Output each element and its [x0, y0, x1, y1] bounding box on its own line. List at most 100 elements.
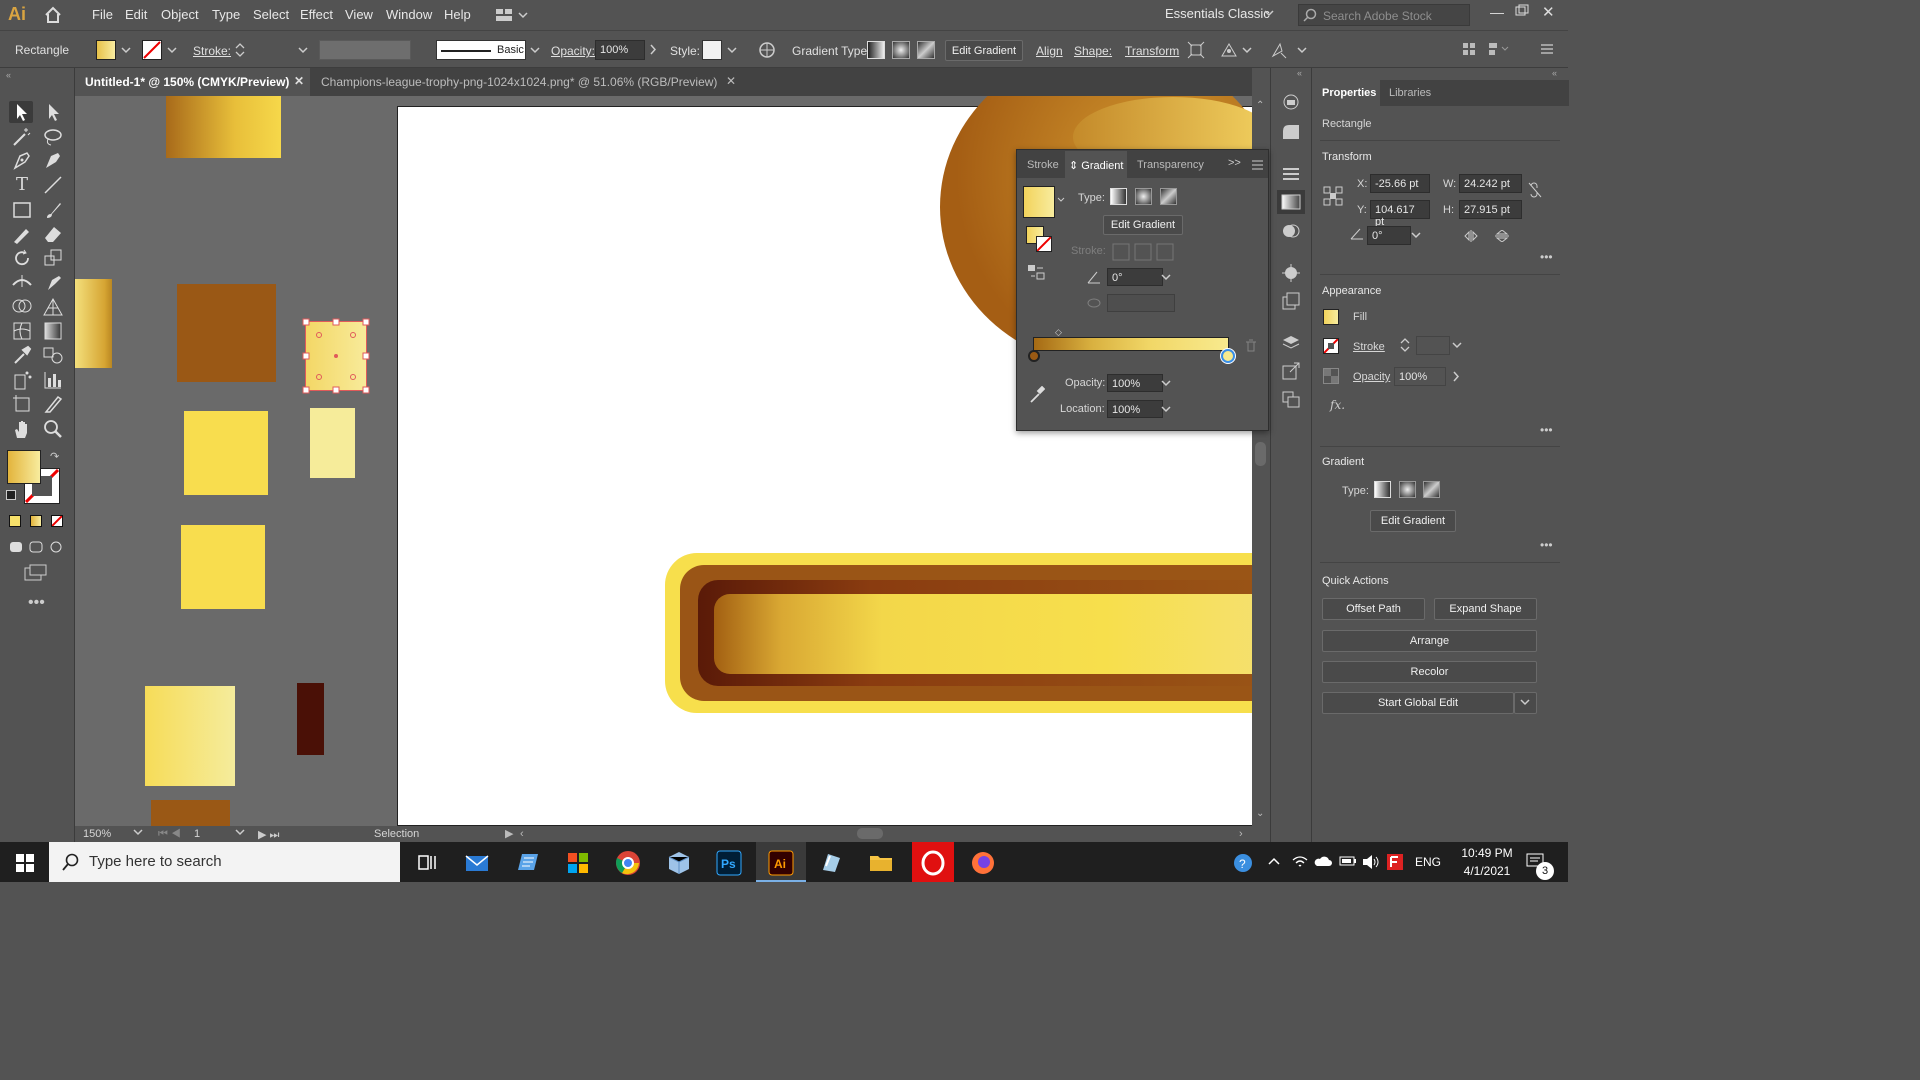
shape-link[interactable]: Shape: — [1074, 44, 1112, 58]
stroke-label[interactable]: Stroke: — [193, 44, 231, 58]
width-field[interactable]: 24.242 pt — [1459, 174, 1522, 193]
shape-builder-tool[interactable] — [11, 296, 33, 318]
arrange-button[interactable]: Arrange — [1322, 630, 1537, 652]
align-link[interactable]: Align — [1036, 44, 1063, 58]
menu-object[interactable]: Object — [161, 7, 199, 22]
select-similar-icon[interactable] — [1270, 41, 1288, 59]
artboards-panel-icon[interactable] — [1281, 390, 1301, 408]
collapse-panel-icon[interactable]: « — [1552, 68, 1557, 78]
scroll-left-icon[interactable]: ‹ — [520, 828, 524, 840]
chevron-down-icon[interactable] — [1161, 406, 1171, 413]
radial-gradient-button[interactable] — [1135, 188, 1152, 205]
menu-window[interactable]: Window — [386, 7, 432, 22]
variable-width-profile[interactable] — [319, 40, 411, 60]
freeform-gradient-button[interactable] — [1423, 481, 1440, 498]
symbol-sprayer-tool[interactable] — [11, 369, 33, 391]
eyedropper-tool[interactable] — [11, 344, 33, 366]
chevron-down-icon[interactable] — [1452, 342, 1462, 349]
chevron-down-icon[interactable] — [530, 47, 540, 54]
stroke-link[interactable]: Stroke — [1353, 341, 1385, 353]
task-view-icon[interactable] — [413, 850, 439, 876]
chevron-right-icon[interactable]: ▶ — [505, 827, 513, 840]
eyedropper-icon[interactable] — [1029, 386, 1045, 404]
opacity-link[interactable]: Opacity — [1353, 371, 1390, 383]
chevron-down-icon[interactable] — [1242, 47, 1252, 54]
chevron-down-icon[interactable] — [1057, 197, 1065, 203]
arrange-documents-icon[interactable] — [496, 8, 528, 22]
linear-gradient-button[interactable] — [1110, 188, 1127, 205]
stroke-weight-stepper[interactable] — [234, 41, 246, 59]
brush-definition[interactable]: Basic — [436, 40, 526, 60]
gradient-stop-start[interactable] — [1028, 350, 1040, 362]
chevron-down-icon[interactable] — [121, 47, 131, 54]
paint-app-icon[interactable] — [818, 850, 844, 876]
yellow-rectangle[interactable] — [181, 525, 265, 609]
graphic-style-swatch[interactable] — [702, 40, 722, 60]
gradient-rectangle[interactable] — [75, 279, 112, 368]
dark-brown-rectangle[interactable] — [297, 683, 324, 755]
rotation-field[interactable]: 0° — [1367, 226, 1411, 245]
appearance-fill-swatch[interactable] — [1323, 309, 1339, 325]
edit-toolbar-icon[interactable]: ••• — [28, 594, 45, 612]
stop-opacity-field[interactable]: 100% — [1107, 374, 1163, 392]
layers-panel-icon[interactable] — [1281, 334, 1301, 352]
global-edit-options-button[interactable] — [1514, 692, 1537, 714]
restore-icon[interactable] — [1515, 4, 1529, 16]
angle-field[interactable]: 0° — [1107, 268, 1163, 286]
artboard-tool[interactable] — [11, 393, 33, 415]
menu-help[interactable]: Help — [444, 7, 471, 22]
curvature-tool[interactable] — [42, 150, 64, 172]
file-explorer-icon[interactable] — [868, 850, 894, 876]
linear-gradient-button[interactable] — [1374, 481, 1391, 498]
pale-yellow-rectangle[interactable] — [310, 408, 355, 478]
close-tab-icon[interactable]: ✕ — [294, 74, 304, 88]
chevron-down-icon[interactable] — [1297, 47, 1307, 54]
tab-properties[interactable]: Properties — [1322, 87, 1376, 99]
fx-effects-button[interactable]: fx. — [1330, 398, 1345, 412]
puppet-warp-icon[interactable] — [1220, 41, 1238, 59]
tab-gradient[interactable]: ⇕ Gradient — [1069, 159, 1123, 172]
horizontal-scrollbar-thumb[interactable] — [857, 828, 883, 839]
more-options-icon[interactable]: ••• — [1540, 538, 1553, 552]
edit-gradient-button[interactable]: Edit Gradient — [1370, 510, 1456, 532]
scroll-right-icon[interactable]: › — [1239, 828, 1243, 840]
fill-swatch[interactable] — [96, 40, 116, 60]
stroke-panel-icon[interactable] — [1281, 165, 1301, 183]
chevron-down-icon[interactable] — [1264, 9, 1274, 17]
menu-type[interactable]: Type — [212, 7, 240, 22]
battery-icon[interactable] — [1339, 855, 1357, 867]
close-window-icon[interactable]: ✕ — [1542, 3, 1555, 21]
direct-selection-tool[interactable] — [42, 101, 64, 123]
collapse-panel-icon[interactable]: « — [6, 70, 11, 80]
gradient-rectangle[interactable] — [166, 96, 281, 158]
offset-path-button[interactable]: Offset Path — [1322, 598, 1425, 620]
properties-panel-icon[interactable] — [1281, 123, 1301, 141]
x-field[interactable]: -25.66 pt — [1370, 174, 1430, 193]
minimize-icon[interactable]: — — [1490, 4, 1504, 20]
workspace-switcher[interactable]: Essentials Classic — [1165, 6, 1270, 21]
taskbar-search-box[interactable]: Type here to search — [49, 842, 400, 882]
menu-file[interactable]: File — [92, 7, 113, 22]
close-tab-icon[interactable]: ✕ — [726, 74, 736, 88]
transparency-panel-icon[interactable] — [1281, 222, 1301, 240]
yellow-rectangle[interactable] — [184, 411, 268, 495]
line-segment-tool[interactable] — [42, 174, 64, 196]
zoom-tool[interactable] — [42, 418, 64, 440]
blend-tool[interactable] — [42, 344, 64, 366]
control-bar-menu-icon[interactable] — [1540, 42, 1554, 56]
type-tool[interactable]: T — [11, 174, 33, 196]
gradient-panel-icon[interactable] — [1277, 190, 1305, 214]
more-options-icon[interactable]: ••• — [1540, 423, 1553, 437]
slice-tool[interactable] — [42, 393, 64, 415]
chevron-right-icon[interactable] — [1453, 371, 1460, 382]
notepad-app-icon[interactable] — [514, 850, 540, 876]
recolor-artwork-icon[interactable] — [758, 41, 776, 59]
chevron-down-icon[interactable] — [1161, 380, 1171, 387]
artboard-number[interactable]: 1 — [194, 828, 200, 840]
mesh-tool[interactable] — [11, 320, 33, 342]
start-global-edit-button[interactable]: Start Global Edit — [1322, 692, 1514, 714]
onedrive-icon[interactable] — [1314, 855, 1332, 867]
reference-point-icon[interactable] — [1322, 185, 1344, 207]
shaper-tool[interactable] — [11, 223, 33, 245]
graphic-styles-icon[interactable] — [1281, 292, 1301, 310]
